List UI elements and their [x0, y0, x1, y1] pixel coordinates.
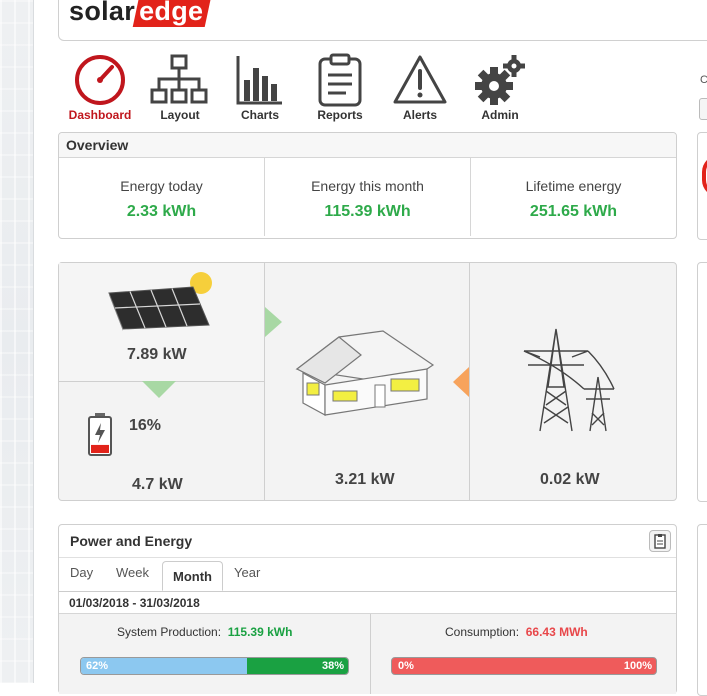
right-cutoff-label: C: [700, 74, 707, 86]
energy-month-label: Energy this month: [311, 178, 424, 194]
lifetime-energy-value: 251.65 kWh: [529, 203, 618, 220]
lifetime-energy: Lifetime energy 251.65 kWh: [471, 158, 676, 236]
energy-month-value: 115.39 kWh: [324, 203, 411, 220]
production-value: 115.39 kWh: [227, 625, 293, 639]
energy-this-month: Energy this month 115.39 kWh: [265, 158, 471, 236]
nav-label: Reports: [317, 108, 363, 122]
production-bar-export: 38%: [246, 658, 348, 674]
solaredge-logo[interactable]: solar edge: [69, 0, 212, 27]
consumption-bar: 0% 100%: [391, 657, 657, 675]
right-cutoff-panel-2: [697, 262, 707, 502]
warning-icon: [380, 54, 460, 106]
energy-today-label: Energy today: [120, 178, 203, 194]
production-bar-self: 62%: [81, 658, 247, 674]
power-energy-panel: Power and Energy Day Week Month Year 01/…: [58, 524, 677, 694]
bar-chart-icon: [220, 54, 300, 106]
grid-to-load-arrow: [453, 367, 469, 397]
tab-week[interactable]: Week: [116, 565, 149, 580]
battery-level-fill: [91, 444, 109, 453]
pv-column: 7.89 kW 16% 4.7 kW: [59, 263, 264, 500]
power-energy-header: Power and Energy: [59, 525, 676, 558]
right-cutoff-icon: [702, 155, 707, 197]
background-sidebar: [0, 0, 34, 683]
solar-panel-icon: [108, 272, 212, 331]
tab-year[interactable]: Year: [234, 565, 260, 580]
consumption-bar-end: 100%: [623, 660, 652, 672]
logo-edge-text: edge: [132, 0, 212, 27]
right-cutoff-panel: [697, 132, 707, 240]
consumption-label: Consumption:: [445, 625, 520, 639]
right-cutoff-panel-3: [697, 524, 707, 696]
export-button[interactable]: [649, 530, 671, 552]
grid-power-value: 0.02 kW: [540, 471, 600, 488]
nav-dashboard[interactable]: Dashboard: [60, 54, 140, 124]
export-icon: [654, 534, 666, 549]
right-cutoff-select[interactable]: [699, 98, 707, 120]
consumption-bar-start: 0%: [398, 660, 414, 672]
nav-label: Alerts: [402, 108, 437, 122]
main-nav: Dashboard Layout Charts Reports Alerts A…: [60, 53, 540, 124]
house-icon: [295, 330, 435, 417]
energy-summary: System Production: 115.39 kWh 62% 38% Co…: [59, 613, 676, 694]
power-flow-panel: 7.89 kW 16% 4.7 kW 3.21 kW 0.02 kW: [58, 262, 677, 501]
energy-today-value: 2.33 kWh: [126, 203, 197, 220]
nav-label: Dashboard: [68, 108, 132, 122]
nav-admin[interactable]: Admin: [460, 54, 540, 124]
grid-column: 0.02 kW: [470, 263, 678, 500]
production-label: System Production:: [117, 625, 222, 639]
tab-day[interactable]: Day: [70, 565, 93, 580]
nav-charts[interactable]: Charts: [220, 54, 300, 124]
logo-solar-text: solar: [69, 0, 136, 26]
date-range: 01/03/2018 - 31/03/2018: [69, 596, 200, 610]
lifetime-energy-label: Lifetime energy: [525, 178, 622, 194]
period-tabs: Day Week Month Year: [59, 557, 676, 592]
load-column: 3.21 kW: [265, 263, 469, 500]
battery-icon: [88, 413, 112, 456]
tab-month[interactable]: Month: [162, 561, 223, 591]
production-label-group: System Production: 115.39 kWh: [117, 625, 292, 639]
overview-title: Overview: [59, 133, 676, 158]
load-power-value: 3.21 kW: [335, 471, 395, 488]
production-bar: 62% 38%: [80, 657, 349, 675]
nav-label: Layout: [160, 108, 200, 122]
consumption-label-group: Consumption: 66.43 MWh: [445, 625, 588, 639]
power-tower-icon: [523, 328, 615, 432]
production-summary: System Production: 115.39 kWh 62% 38%: [59, 614, 370, 694]
energy-today: Energy today 2.33 kWh: [59, 158, 265, 236]
overview-panel: Overview Energy today 2.33 kWh Energy th…: [58, 132, 677, 239]
nav-alerts[interactable]: Alerts: [380, 54, 460, 124]
nav-label: Charts: [240, 108, 279, 122]
battery-power-value: 4.7 kW: [132, 476, 183, 493]
nav-layout[interactable]: Layout: [140, 54, 220, 124]
gears-icon: [460, 54, 540, 106]
nav-reports[interactable]: Reports: [300, 53, 380, 124]
pv-to-battery-arrow: [142, 381, 176, 398]
pv-power-value: 7.89 kW: [127, 346, 187, 363]
nav-label: Admin: [481, 108, 519, 122]
consumption-summary: Consumption: 66.43 MWh 0% 100%: [371, 614, 678, 694]
power-energy-title: Power and Energy: [70, 533, 193, 549]
sitemap-icon: [140, 54, 220, 106]
consumption-value: 66.43 MWh: [525, 625, 588, 639]
clipboard-icon: [300, 53, 380, 107]
battery-percent-value: 16%: [129, 417, 162, 434]
speedometer-icon: [60, 54, 140, 106]
header-bar: solar edge: [58, 0, 707, 41]
